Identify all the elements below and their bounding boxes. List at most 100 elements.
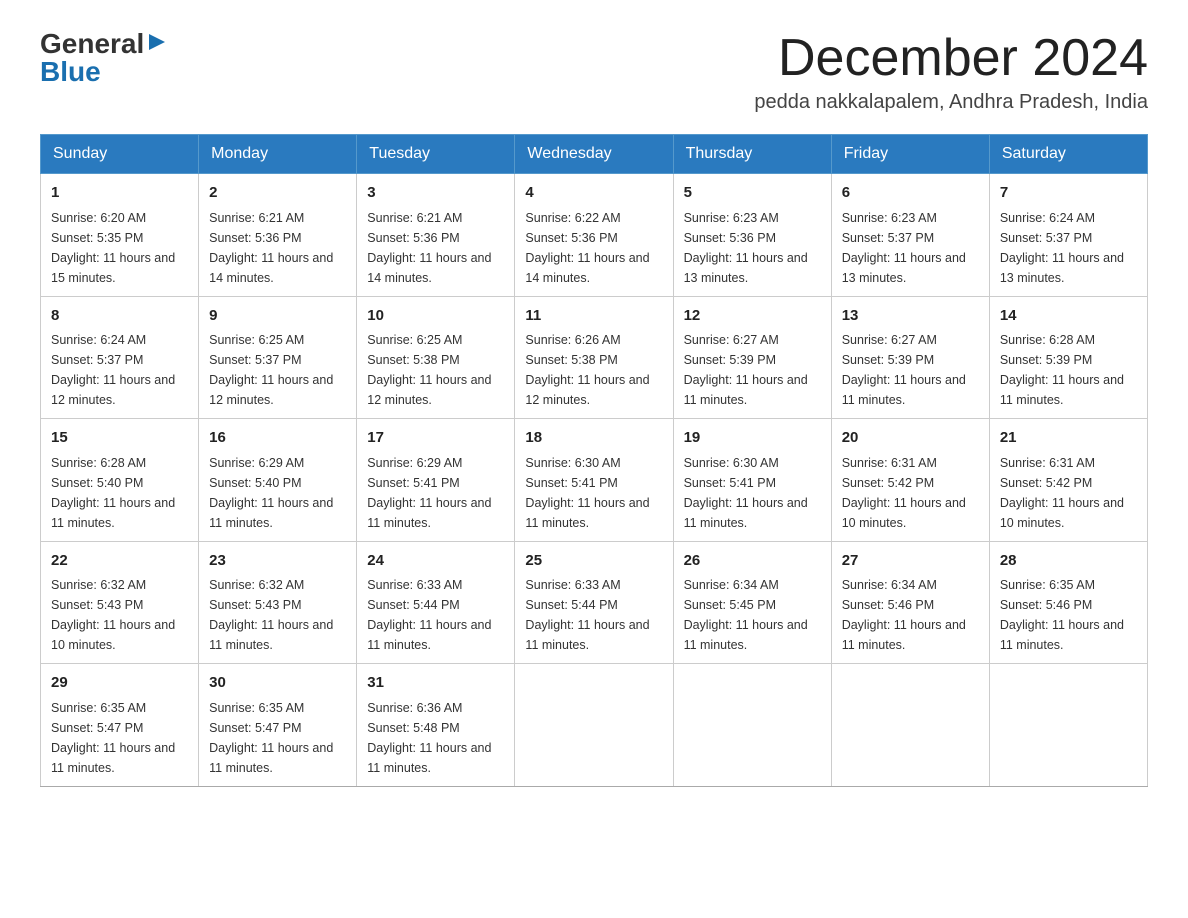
calendar-cell: 23 Sunrise: 6:32 AMSunset: 5:43 PMDaylig… <box>199 541 357 664</box>
logo-triangle-icon <box>147 32 167 52</box>
day-info: Sunrise: 6:32 AMSunset: 5:43 PMDaylight:… <box>51 578 175 652</box>
day-info: Sunrise: 6:36 AMSunset: 5:48 PMDaylight:… <box>367 701 491 775</box>
calendar-cell: 17 Sunrise: 6:29 AMSunset: 5:41 PMDaylig… <box>357 419 515 542</box>
calendar-cell: 14 Sunrise: 6:28 AMSunset: 5:39 PMDaylig… <box>989 296 1147 419</box>
day-info: Sunrise: 6:30 AMSunset: 5:41 PMDaylight:… <box>684 456 808 530</box>
day-number: 17 <box>367 427 504 450</box>
weekday-header-sunday: Sunday <box>41 135 199 174</box>
day-info: Sunrise: 6:35 AMSunset: 5:47 PMDaylight:… <box>51 701 175 775</box>
calendar-cell: 27 Sunrise: 6:34 AMSunset: 5:46 PMDaylig… <box>831 541 989 664</box>
day-number: 1 <box>51 182 188 205</box>
day-number: 5 <box>684 182 821 205</box>
day-number: 29 <box>51 672 188 695</box>
day-info: Sunrise: 6:35 AMSunset: 5:46 PMDaylight:… <box>1000 578 1124 652</box>
location-subtitle: pedda nakkalapalem, Andhra Pradesh, Indi… <box>754 91 1148 114</box>
day-number: 15 <box>51 427 188 450</box>
calendar-cell: 8 Sunrise: 6:24 AMSunset: 5:37 PMDayligh… <box>41 296 199 419</box>
calendar-cell: 22 Sunrise: 6:32 AMSunset: 5:43 PMDaylig… <box>41 541 199 664</box>
calendar-cell: 30 Sunrise: 6:35 AMSunset: 5:47 PMDaylig… <box>199 664 357 787</box>
day-info: Sunrise: 6:21 AMSunset: 5:36 PMDaylight:… <box>209 211 333 285</box>
day-info: Sunrise: 6:28 AMSunset: 5:40 PMDaylight:… <box>51 456 175 530</box>
calendar-cell: 5 Sunrise: 6:23 AMSunset: 5:36 PMDayligh… <box>673 174 831 297</box>
day-info: Sunrise: 6:20 AMSunset: 5:35 PMDaylight:… <box>51 211 175 285</box>
day-info: Sunrise: 6:27 AMSunset: 5:39 PMDaylight:… <box>684 333 808 407</box>
calendar-cell <box>989 664 1147 787</box>
calendar-cell <box>831 664 989 787</box>
day-number: 8 <box>51 305 188 328</box>
weekday-header-wednesday: Wednesday <box>515 135 673 174</box>
calendar-cell: 26 Sunrise: 6:34 AMSunset: 5:45 PMDaylig… <box>673 541 831 664</box>
calendar-cell: 31 Sunrise: 6:36 AMSunset: 5:48 PMDaylig… <box>357 664 515 787</box>
day-info: Sunrise: 6:33 AMSunset: 5:44 PMDaylight:… <box>367 578 491 652</box>
day-info: Sunrise: 6:35 AMSunset: 5:47 PMDaylight:… <box>209 701 333 775</box>
day-info: Sunrise: 6:26 AMSunset: 5:38 PMDaylight:… <box>525 333 649 407</box>
calendar-cell <box>515 664 673 787</box>
day-number: 31 <box>367 672 504 695</box>
calendar-cell: 9 Sunrise: 6:25 AMSunset: 5:37 PMDayligh… <box>199 296 357 419</box>
calendar-cell: 1 Sunrise: 6:20 AMSunset: 5:35 PMDayligh… <box>41 174 199 297</box>
day-info: Sunrise: 6:30 AMSunset: 5:41 PMDaylight:… <box>525 456 649 530</box>
calendar-week-row: 8 Sunrise: 6:24 AMSunset: 5:37 PMDayligh… <box>41 296 1148 419</box>
calendar-cell: 10 Sunrise: 6:25 AMSunset: 5:38 PMDaylig… <box>357 296 515 419</box>
calendar-table: SundayMondayTuesdayWednesdayThursdayFrid… <box>40 134 1148 787</box>
day-number: 19 <box>684 427 821 450</box>
calendar-cell: 12 Sunrise: 6:27 AMSunset: 5:39 PMDaylig… <box>673 296 831 419</box>
calendar-week-row: 15 Sunrise: 6:28 AMSunset: 5:40 PMDaylig… <box>41 419 1148 542</box>
calendar-cell <box>673 664 831 787</box>
day-info: Sunrise: 6:27 AMSunset: 5:39 PMDaylight:… <box>842 333 966 407</box>
day-number: 30 <box>209 672 346 695</box>
calendar-cell: 4 Sunrise: 6:22 AMSunset: 5:36 PMDayligh… <box>515 174 673 297</box>
day-number: 9 <box>209 305 346 328</box>
day-number: 24 <box>367 550 504 573</box>
day-info: Sunrise: 6:23 AMSunset: 5:37 PMDaylight:… <box>842 211 966 285</box>
day-number: 21 <box>1000 427 1137 450</box>
header: General Blue December 2024 pedda nakkala… <box>40 30 1148 114</box>
day-number: 4 <box>525 182 662 205</box>
day-number: 2 <box>209 182 346 205</box>
calendar-week-row: 29 Sunrise: 6:35 AMSunset: 5:47 PMDaylig… <box>41 664 1148 787</box>
day-number: 25 <box>525 550 662 573</box>
day-info: Sunrise: 6:32 AMSunset: 5:43 PMDaylight:… <box>209 578 333 652</box>
day-number: 14 <box>1000 305 1137 328</box>
weekday-header-thursday: Thursday <box>673 135 831 174</box>
day-number: 11 <box>525 305 662 328</box>
calendar-cell: 29 Sunrise: 6:35 AMSunset: 5:47 PMDaylig… <box>41 664 199 787</box>
day-number: 3 <box>367 182 504 205</box>
day-info: Sunrise: 6:31 AMSunset: 5:42 PMDaylight:… <box>842 456 966 530</box>
day-info: Sunrise: 6:31 AMSunset: 5:42 PMDaylight:… <box>1000 456 1124 530</box>
day-number: 7 <box>1000 182 1137 205</box>
calendar-cell: 13 Sunrise: 6:27 AMSunset: 5:39 PMDaylig… <box>831 296 989 419</box>
calendar-cell: 3 Sunrise: 6:21 AMSunset: 5:36 PMDayligh… <box>357 174 515 297</box>
calendar-cell: 28 Sunrise: 6:35 AMSunset: 5:46 PMDaylig… <box>989 541 1147 664</box>
weekday-header-friday: Friday <box>831 135 989 174</box>
weekday-header-saturday: Saturday <box>989 135 1147 174</box>
calendar-cell: 19 Sunrise: 6:30 AMSunset: 5:41 PMDaylig… <box>673 419 831 542</box>
calendar-week-row: 1 Sunrise: 6:20 AMSunset: 5:35 PMDayligh… <box>41 174 1148 297</box>
calendar-week-row: 22 Sunrise: 6:32 AMSunset: 5:43 PMDaylig… <box>41 541 1148 664</box>
day-number: 6 <box>842 182 979 205</box>
day-number: 26 <box>684 550 821 573</box>
day-info: Sunrise: 6:29 AMSunset: 5:40 PMDaylight:… <box>209 456 333 530</box>
logo: General Blue <box>40 30 167 86</box>
calendar-cell: 18 Sunrise: 6:30 AMSunset: 5:41 PMDaylig… <box>515 419 673 542</box>
calendar-cell: 16 Sunrise: 6:29 AMSunset: 5:40 PMDaylig… <box>199 419 357 542</box>
calendar-cell: 21 Sunrise: 6:31 AMSunset: 5:42 PMDaylig… <box>989 419 1147 542</box>
weekday-header-row: SundayMondayTuesdayWednesdayThursdayFrid… <box>41 135 1148 174</box>
day-info: Sunrise: 6:24 AMSunset: 5:37 PMDaylight:… <box>1000 211 1124 285</box>
calendar-cell: 2 Sunrise: 6:21 AMSunset: 5:36 PMDayligh… <box>199 174 357 297</box>
day-number: 12 <box>684 305 821 328</box>
title-area: December 2024 pedda nakkalapalem, Andhra… <box>754 30 1148 114</box>
day-number: 10 <box>367 305 504 328</box>
calendar-cell: 20 Sunrise: 6:31 AMSunset: 5:42 PMDaylig… <box>831 419 989 542</box>
calendar-cell: 6 Sunrise: 6:23 AMSunset: 5:37 PMDayligh… <box>831 174 989 297</box>
day-number: 18 <box>525 427 662 450</box>
weekday-header-monday: Monday <box>199 135 357 174</box>
day-info: Sunrise: 6:34 AMSunset: 5:45 PMDaylight:… <box>684 578 808 652</box>
calendar-cell: 7 Sunrise: 6:24 AMSunset: 5:37 PMDayligh… <box>989 174 1147 297</box>
day-number: 23 <box>209 550 346 573</box>
calendar-cell: 25 Sunrise: 6:33 AMSunset: 5:44 PMDaylig… <box>515 541 673 664</box>
day-number: 20 <box>842 427 979 450</box>
day-info: Sunrise: 6:25 AMSunset: 5:38 PMDaylight:… <box>367 333 491 407</box>
day-info: Sunrise: 6:29 AMSunset: 5:41 PMDaylight:… <box>367 456 491 530</box>
day-number: 16 <box>209 427 346 450</box>
